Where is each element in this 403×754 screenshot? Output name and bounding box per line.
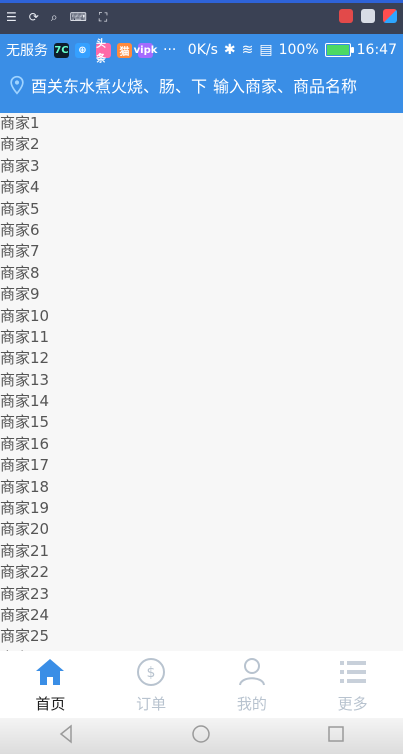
more-notifications-icon: ···: [163, 42, 177, 58]
merchant-list-item[interactable]: 商家6: [0, 220, 403, 241]
home-button[interactable]: [190, 723, 212, 749]
tab-home-label: 首页: [35, 695, 66, 713]
system-nav-bar: [0, 718, 403, 754]
exit-icon: [361, 9, 375, 23]
refresh-icon: ⟳: [28, 10, 39, 24]
merchant-list-item[interactable]: 商家16: [0, 434, 403, 455]
system-left-icons: ☰ ⟳ ⌕ ⌨ ⛶: [6, 10, 107, 25]
app-header: 无服务 7C ⊕ 头条 猫 vipk ··· 0K/s ✱ ≋ ▤ 100% 1…: [0, 34, 403, 113]
merchant-list-item[interactable]: 商家13: [0, 370, 403, 391]
merchant-list-item[interactable]: 商家7: [0, 241, 403, 262]
search-input-placeholder[interactable]: 输入商家、商品名称: [213, 73, 357, 97]
apps-icon: [383, 9, 397, 23]
status-right: 0K/s ✱ ≋ ▤ 100% 16:47: [188, 42, 397, 58]
keyboard-icon: ⌨: [69, 10, 87, 24]
tab-more[interactable]: 更多: [302, 651, 403, 718]
bottom-tab-bar: 首页 $ 订单 我的 更多: [0, 651, 403, 718]
merchant-list-item[interactable]: 商家25: [0, 626, 403, 647]
tab-mine[interactable]: 我的: [202, 651, 303, 718]
merchant-list-item[interactable]: 商家17: [0, 455, 403, 476]
bluetooth-icon: ✱: [223, 42, 236, 58]
fullscreen-icon: ⛶: [98, 10, 108, 24]
merchant-list-item[interactable]: 商家1: [0, 113, 403, 134]
merchant-list-item[interactable]: 商家15: [0, 412, 403, 433]
mute-icon: [339, 9, 353, 23]
square-icon: [328, 726, 344, 742]
merchant-list-item[interactable]: 商家3: [0, 156, 403, 177]
user-icon: [238, 658, 265, 686]
battery-icon: [324, 43, 354, 57]
merchant-list-item[interactable]: 商家12: [0, 348, 403, 369]
merchant-list-item[interactable]: 商家9: [0, 284, 403, 305]
toutiao-badge-icon: 头条: [96, 39, 111, 65]
back-button[interactable]: [56, 723, 78, 749]
menu-icon: ☰: [6, 10, 17, 24]
merchant-list-item[interactable]: 商家4: [0, 177, 403, 198]
back-icon: [59, 724, 72, 744]
zoom-icon: ⌕: [50, 10, 58, 24]
current-location[interactable]: 酉关东水煮火烧、肠、下: [31, 73, 207, 97]
notification-icons: 7C ⊕ 头条 猫 vipk ···: [54, 39, 177, 65]
system-top-bar: ☰ ⟳ ⌕ ⌨ ⛶: [0, 0, 403, 34]
network-speed: 0K/s: [187, 42, 218, 58]
wifi-icon: ≋: [241, 42, 254, 58]
tab-more-label: 更多: [337, 695, 368, 713]
merchant-list-item[interactable]: 商家2: [0, 134, 403, 155]
vip-badge-icon: vipk: [133, 42, 158, 58]
circle-icon: [192, 725, 211, 743]
merchant-list-item[interactable]: 商家23: [0, 584, 403, 605]
merchant-list-item[interactable]: 商家8: [0, 263, 403, 284]
system-top-accent: [0, 0, 403, 3]
cat-badge-icon: 猫: [117, 42, 132, 58]
carrier-text: 无服务: [6, 43, 48, 59]
location-pin-icon[interactable]: [7, 75, 27, 95]
svg-text:$: $: [147, 665, 156, 681]
notification-badge-icon: 7C: [54, 42, 69, 58]
search-row[interactable]: 酉关东水煮火烧、肠、下 输入商家、商品名称: [0, 72, 403, 98]
location-badge-icon: ⊕: [75, 42, 90, 58]
home-icon: [36, 659, 65, 685]
merchant-list-item[interactable]: 商家18: [0, 477, 403, 498]
dollar-icon: $: [137, 658, 166, 686]
tab-orders[interactable]: $ 订单: [101, 651, 202, 718]
recents-button[interactable]: [325, 723, 347, 749]
tab-mine-label: 我的: [236, 695, 267, 713]
merchant-list-item[interactable]: 商家10: [0, 306, 403, 327]
merchant-list-item[interactable]: 商家20: [0, 519, 403, 540]
merchant-list-item[interactable]: 商家14: [0, 391, 403, 412]
tab-orders-label: 订单: [136, 695, 167, 713]
status-bar: 无服务 7C ⊕ 头条 猫 vipk ··· 0K/s ✱ ≋ ▤ 100% 1…: [6, 39, 397, 65]
clock: 16:47: [356, 42, 397, 58]
list-icon: [339, 661, 366, 683]
merchant-list-item[interactable]: 商家5: [0, 199, 403, 220]
merchant-list-item[interactable]: 商家19: [0, 498, 403, 519]
merchant-list[interactable]: 商家1 商家2 商家3 商家4 商家5 商家6 商家7 商家8 商家9 商家10 商家11 商家12 商…: [0, 113, 403, 651]
merchant-list-item[interactable]: 商家11: [0, 327, 403, 348]
sim-icon: ▤: [259, 42, 273, 58]
merchant-list-item[interactable]: 商家22: [0, 562, 403, 583]
tab-home[interactable]: 首页: [0, 651, 101, 718]
merchant-list-item[interactable]: 商家21: [0, 541, 403, 562]
merchant-list-item[interactable]: 商家24: [0, 605, 403, 626]
system-right-icons: [339, 9, 397, 23]
battery-percent: 100%: [278, 42, 319, 58]
